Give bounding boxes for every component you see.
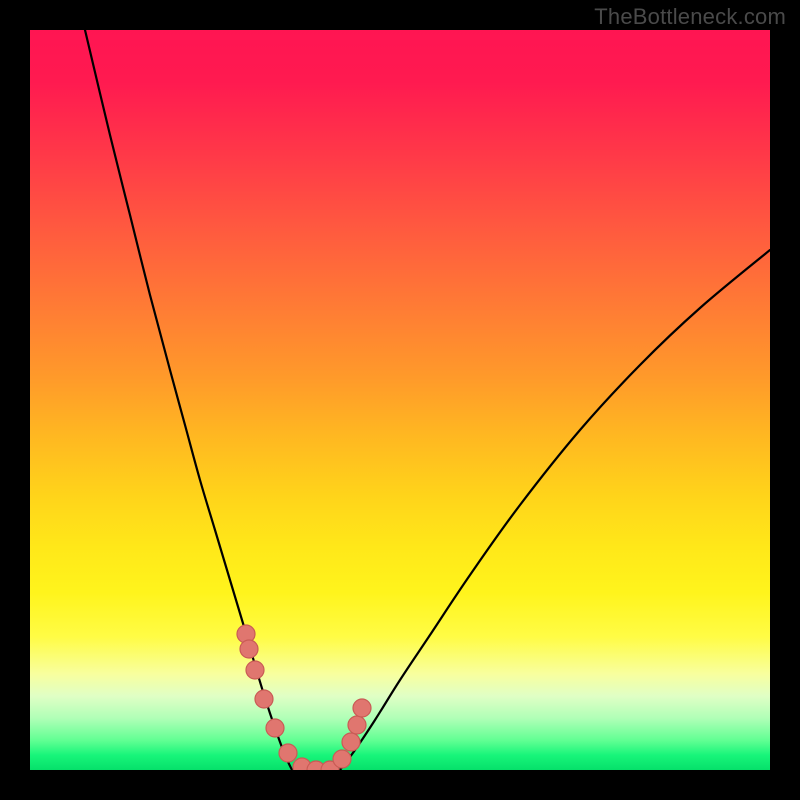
bead-marker	[342, 733, 360, 751]
bead-markers-left	[237, 625, 325, 770]
bead-markers-right	[321, 699, 371, 770]
bead-marker	[240, 640, 258, 658]
bead-marker	[348, 716, 366, 734]
bead-marker	[266, 719, 284, 737]
chart-frame: TheBottleneck.com	[0, 0, 800, 800]
bead-marker	[333, 750, 351, 768]
bead-marker	[353, 699, 371, 717]
chart-svg	[30, 30, 770, 770]
bead-marker	[255, 690, 273, 708]
bead-marker	[279, 744, 297, 762]
watermark-text: TheBottleneck.com	[594, 4, 786, 30]
right-curve	[340, 250, 770, 770]
left-curve	[85, 30, 292, 770]
plot-area	[30, 30, 770, 770]
bead-marker	[246, 661, 264, 679]
